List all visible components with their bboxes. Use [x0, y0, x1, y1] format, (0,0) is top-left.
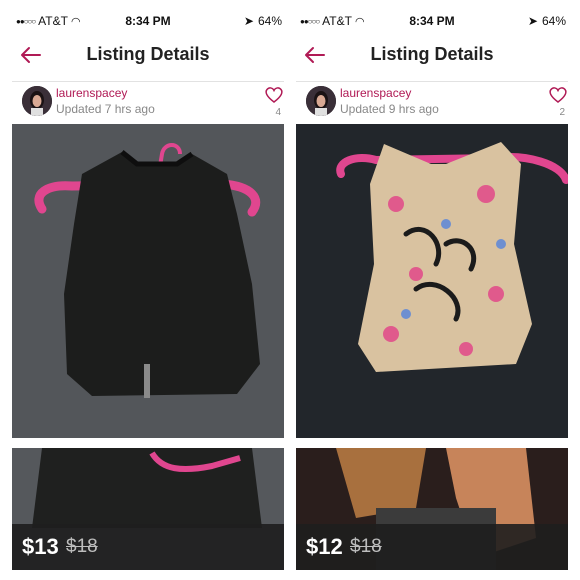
- avatar[interactable]: [306, 86, 336, 116]
- price-bar: $13 $18: [12, 524, 284, 570]
- nav-bar: Listing Details: [296, 34, 568, 82]
- like-count: 2: [559, 107, 565, 118]
- price-bar: $12 $18: [296, 524, 568, 570]
- listing-screen-right: ●●○○○ AT&T ◠ 8:34 PM ➤ 64% Listing Detai…: [296, 10, 568, 570]
- battery-label: 64%: [541, 14, 566, 28]
- location-icon: ➤: [243, 14, 254, 28]
- seller-row[interactable]: laurenspacey Updated 9 hrs ago 2: [296, 82, 568, 128]
- page-title: Listing Details: [370, 44, 494, 64]
- original-price: $18: [350, 536, 382, 557]
- price: $12: [306, 534, 343, 559]
- seller-name[interactable]: laurenspacey: [340, 86, 411, 100]
- battery-label: 64%: [257, 14, 282, 28]
- price: $13: [22, 534, 59, 559]
- original-price: $18: [66, 536, 98, 557]
- page-title: Listing Details: [86, 44, 210, 64]
- seller-row[interactable]: laurenspacey Updated 7 hrs ago 4: [12, 82, 284, 128]
- location-icon: ➤: [527, 14, 538, 28]
- heart-icon[interactable]: [264, 86, 284, 104]
- nav-bar: Listing Details: [12, 34, 284, 82]
- seller-name[interactable]: laurenspacey: [56, 86, 127, 100]
- listing-photo-main[interactable]: [296, 124, 568, 438]
- status-bar: ●●○○○ AT&T ◠ 8:34 PM ➤ 64%: [296, 10, 568, 32]
- avatar[interactable]: [22, 86, 52, 116]
- listing-screen-left: ●●○○○ AT&T ◠ 8:34 PM ➤ 64% Listing Detai…: [12, 10, 284, 570]
- updated-time: Updated 9 hrs ago: [340, 102, 439, 116]
- listing-photo-main[interactable]: [12, 124, 284, 438]
- heart-icon[interactable]: [548, 86, 568, 104]
- updated-time: Updated 7 hrs ago: [56, 102, 155, 116]
- status-bar: ●●○○○ AT&T ◠ 8:34 PM ➤ 64%: [12, 10, 284, 32]
- like-count: 4: [275, 107, 281, 118]
